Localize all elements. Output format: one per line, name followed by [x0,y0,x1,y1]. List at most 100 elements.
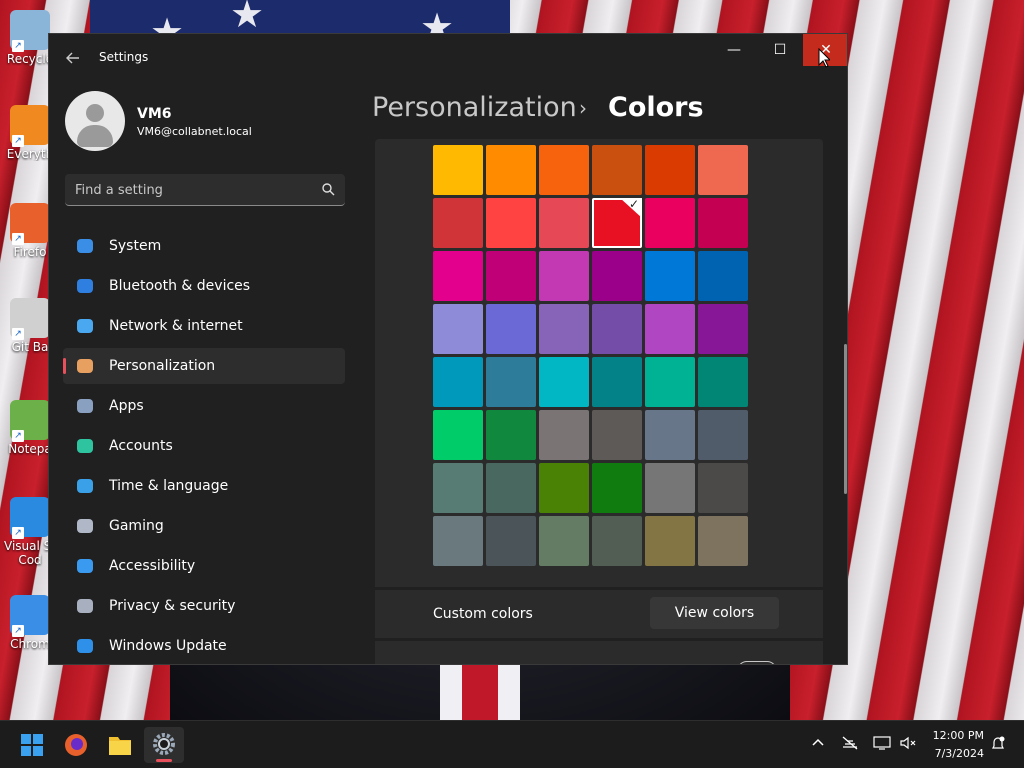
accent-color-swatch[interactable] [433,251,483,301]
accessibility-icon [75,556,95,576]
accent-color-swatch[interactable] [592,304,642,354]
sidebar-item-accessibility[interactable]: Accessibility [63,548,345,584]
accent-color-swatch[interactable] [539,516,589,566]
sidebar-item-label: Privacy & security [109,598,236,614]
accent-color-swatch[interactable] [592,251,642,301]
accent-color-swatch[interactable] [698,516,748,566]
accent-color-swatch[interactable] [486,145,536,195]
sidebar-item-accounts[interactable]: Accounts [63,428,345,464]
sidebar-item-network-internet[interactable]: Network & internet [63,308,345,344]
sidebar-item-label: Personalization [109,358,216,374]
volume-mute-icon[interactable] [898,735,918,755]
accent-color-swatch[interactable] [698,357,748,407]
sidebar-item-gaming[interactable]: Gaming [63,508,345,544]
shortcut-arrow-icon: ↗ [12,328,24,340]
shortcut-arrow-icon: ↗ [12,625,24,637]
accent-color-swatch[interactable] [592,410,642,460]
active-app-indicator [156,759,172,762]
accent-color-swatch[interactable] [486,251,536,301]
shield-icon [75,596,95,616]
maximize-button[interactable]: ☐ [757,34,803,66]
avatar[interactable] [65,91,125,151]
accent-color-swatch[interactable] [698,463,748,513]
view-colors-button[interactable]: View colors [650,597,779,629]
sidebar-item-time-language[interactable]: Time & language [63,468,345,504]
accent-color-swatch[interactable] [433,516,483,566]
accent-color-swatch[interactable] [645,304,695,354]
accent-color-swatch[interactable] [433,304,483,354]
settings-window: Settings — ☐ ✕ VM6 VM6@collabnet.local F… [48,33,848,665]
file-explorer-icon[interactable] [100,727,140,763]
shortcut-arrow-icon: ↗ [12,40,24,52]
accent-color-swatch[interactable] [433,410,483,460]
clock-date[interactable]: 7/3/2024 [928,747,984,760]
app-title: Settings [99,50,149,64]
firefox-icon[interactable] [56,727,96,763]
accent-color-swatch[interactable] [486,516,536,566]
accent-color-swatch[interactable] [486,304,536,354]
sidebar-item-windows-update[interactable]: Windows Update [63,628,345,664]
sidebar-nav: System Bluetooth & devices Network & inter… [63,228,345,664]
accent-color-swatch[interactable] [698,198,748,248]
accent-color-swatch[interactable] [539,357,589,407]
chrome-icon: ↗ [10,595,50,637]
minimize-button[interactable]: — [711,34,757,66]
accent-color-swatch[interactable] [592,357,642,407]
accent-color-swatch[interactable] [486,410,536,460]
accent-color-swatch[interactable] [433,198,483,248]
breadcrumb-parent[interactable]: Personalization [372,92,577,123]
title-bar: Settings — ☐ ✕ [49,34,847,82]
back-arrow-icon[interactable] [61,46,85,70]
accent-color-swatch[interactable] [433,145,483,195]
toggle-switch[interactable] [737,661,777,664]
accent-color-swatch[interactable] [539,304,589,354]
sidebar-item-privacy-security[interactable]: Privacy & security [63,588,345,624]
wallpaper-star: ★ [230,0,265,36]
breadcrumb-separator: › [579,96,587,120]
accent-color-swatch[interactable] [433,357,483,407]
settings-icon[interactable] [144,727,184,763]
accent-color-swatch[interactable] [698,145,748,195]
sidebar-item-bluetooth-devices[interactable]: Bluetooth & devices [63,268,345,304]
chevron-up-icon[interactable] [808,735,828,755]
accent-color-swatch[interactable] [645,516,695,566]
accent-color-swatch[interactable] [486,463,536,513]
scrollbar[interactable] [844,344,847,494]
custom-colors-label: Custom colors [433,606,533,622]
accent-color-swatch[interactable] [592,516,642,566]
accent-color-swatch[interactable] [539,251,589,301]
sidebar-item-personalization[interactable]: Personalization [63,348,345,384]
accent-color-swatch[interactable] [698,304,748,354]
monitor-icon [75,236,95,256]
accent-color-swatch[interactable] [645,357,695,407]
notepad-icon: ↗ [10,400,50,442]
accent-color-swatch[interactable] [645,410,695,460]
accent-color-swatch[interactable] [592,145,642,195]
accent-color-swatch[interactable] [592,463,642,513]
accent-color-swatch[interactable] [645,145,695,195]
accent-color-swatch[interactable] [539,463,589,513]
windows-start-icon[interactable] [12,727,52,763]
sidebar-item-apps[interactable]: Apps [63,388,345,424]
network-off-icon[interactable] [840,735,860,755]
wifi-icon [75,316,95,336]
search-input[interactable]: Find a setting [65,174,345,206]
accent-color-swatch[interactable] [698,251,748,301]
search-icon [322,183,335,196]
accent-color-swatch[interactable] [592,198,642,248]
clock-time[interactable]: 12:00 PM [928,729,984,742]
notification-icon[interactable] [988,735,1008,755]
accent-color-swatch[interactable] [539,145,589,195]
accent-color-swatch[interactable] [486,357,536,407]
accent-color-swatch[interactable] [645,463,695,513]
accent-color-swatch[interactable] [698,410,748,460]
accent-color-swatch[interactable] [486,198,536,248]
sidebar-item-system[interactable]: System [63,228,345,264]
display-icon[interactable] [872,735,892,755]
accent-color-swatch[interactable] [645,251,695,301]
accent-color-swatch[interactable] [645,198,695,248]
accent-color-swatch[interactable] [539,198,589,248]
accent-color-swatch[interactable] [433,463,483,513]
accent-color-swatch[interactable] [539,410,589,460]
git-bash-icon: ↗ [10,298,50,340]
